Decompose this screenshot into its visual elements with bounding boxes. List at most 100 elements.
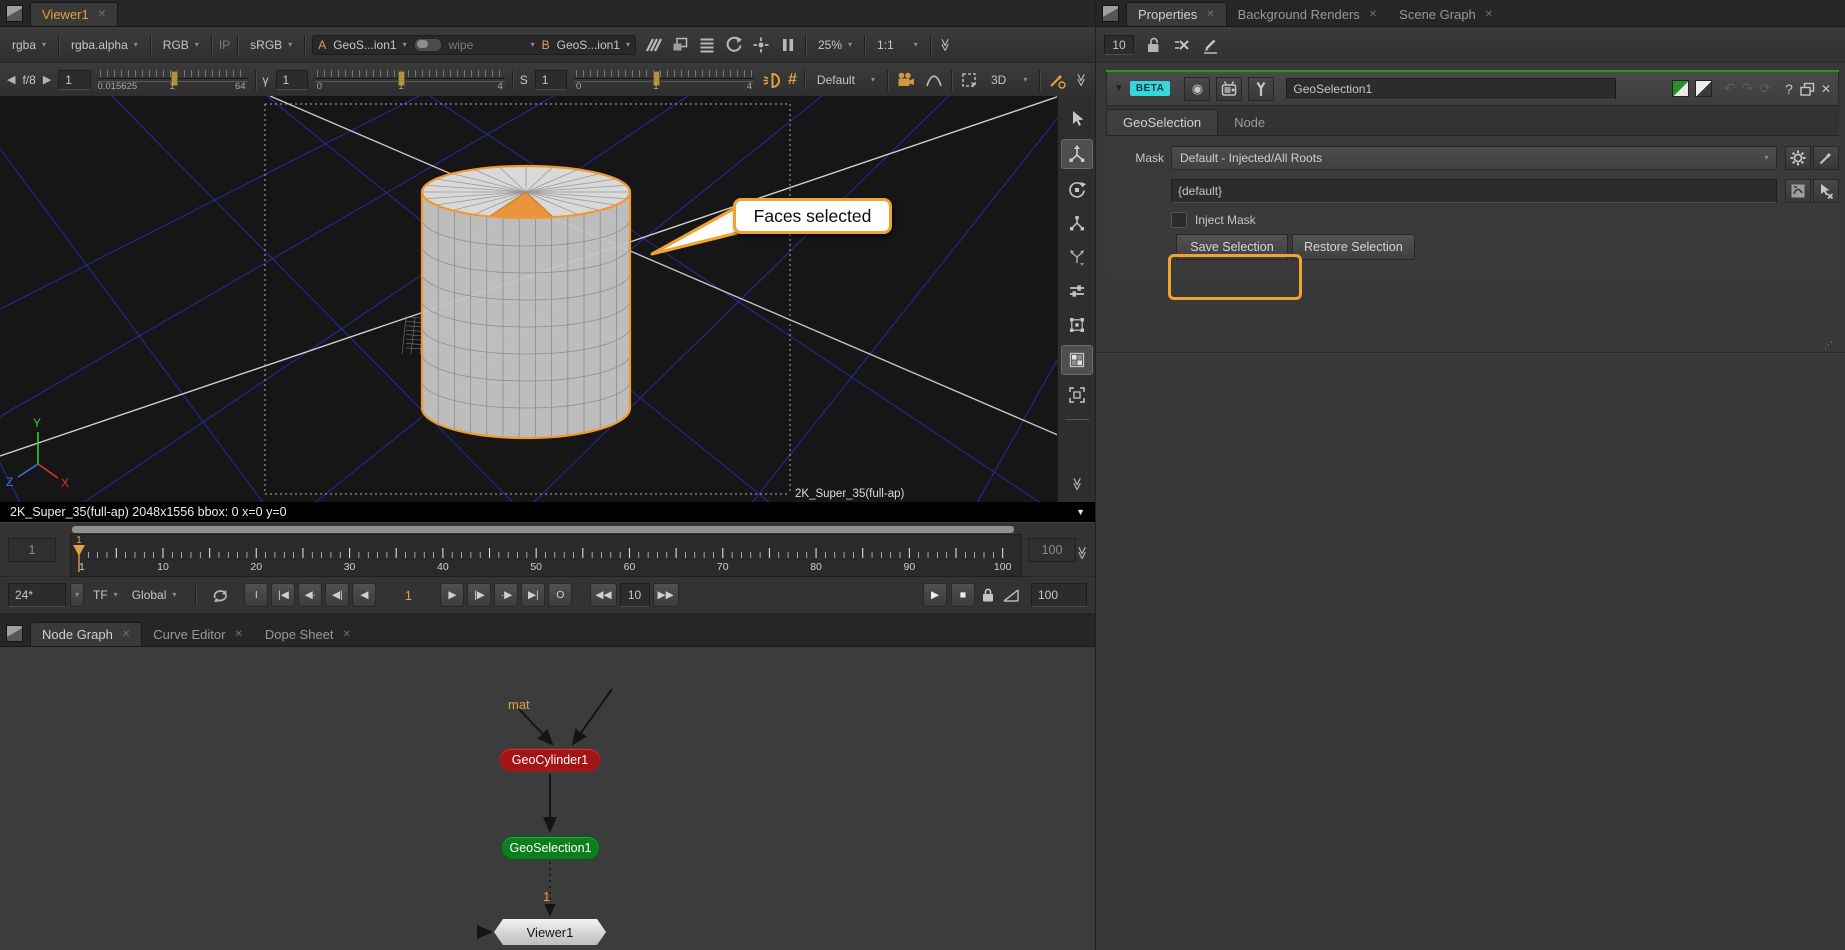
frame-ruler[interactable]: 1102030405060708090100 1 (70, 534, 1022, 577)
downrez-stripes-icon[interactable] (643, 35, 663, 55)
range-end-input[interactable]: 100 (1028, 538, 1076, 562)
close-icon[interactable]: ✕ (1206, 9, 1214, 20)
tab-properties[interactable]: Properties✕ (1126, 2, 1227, 26)
gl-color-swatch[interactable] (1695, 80, 1712, 97)
scale-tool-icon[interactable] (1062, 209, 1092, 237)
free-transform-tool-icon[interactable] (1062, 243, 1092, 271)
node-name-input[interactable]: GeoSelection1 (1286, 78, 1616, 100)
monitor-output-icon[interactable] (1216, 77, 1242, 101)
b-input-dropdown[interactable]: GeoS...ion1▾ (557, 38, 630, 52)
node-viewer1[interactable]: Viewer1 (494, 919, 606, 945)
cylinder-geometry[interactable] (422, 166, 630, 438)
translate-tool-icon[interactable] (1061, 139, 1093, 169)
object-selection-mode-icon[interactable] (1062, 381, 1092, 409)
display-mode-dropdown[interactable]: RGB▾ (158, 36, 204, 54)
status-dropdown-icon[interactable]: ▼ (1076, 507, 1085, 517)
jump-forward-button[interactable]: ▶▶ (653, 583, 679, 607)
fstop-down-button[interactable]: ◀ (7, 73, 15, 86)
pane-split-icon[interactable] (1102, 5, 1119, 22)
range-start-input[interactable]: 1 (8, 538, 56, 562)
pane-split-icon[interactable] (6, 625, 23, 642)
view-mode-dropdown[interactable]: 3D▾ (986, 71, 1032, 89)
out-point-button[interactable]: O (548, 583, 572, 607)
next-keyframe-button[interactable]: ·▶ (494, 583, 518, 607)
fps-dropdown-button[interactable]: ▾ (70, 583, 84, 607)
colorspace-dropdown[interactable]: sRGB▾ (245, 36, 297, 54)
tab-geoselection[interactable]: GeoSelection (1106, 109, 1218, 135)
gain-slider[interactable]: 0.015625 1 64 (98, 67, 248, 93)
close-panel-icon[interactable]: ✕ (1821, 82, 1831, 96)
close-icon[interactable]: ✕ (1485, 9, 1493, 20)
float-panel-icon[interactable] (1799, 81, 1815, 97)
animation-menu-icon[interactable] (1785, 179, 1811, 203)
node-geoselection1[interactable]: GeoSelection1 (501, 836, 600, 860)
tab-background-renders[interactable]: Background Renders✕ (1227, 3, 1389, 26)
inject-mask-checkbox[interactable] (1171, 212, 1187, 228)
pause-icon[interactable] (778, 35, 798, 55)
step-back-button[interactable]: ◀| (325, 583, 349, 607)
play-forward-button[interactable]: ▶ (440, 583, 464, 607)
rotate-tool-icon[interactable] (1062, 175, 1092, 203)
close-icon[interactable]: ✕ (98, 9, 106, 20)
node-settings-wrench-icon[interactable] (1248, 77, 1274, 101)
saturation-input[interactable]: 1 (535, 70, 567, 90)
roi-icon[interactable] (751, 35, 771, 55)
gamma-slider[interactable]: 0 1 4 (315, 67, 505, 93)
go-to-start-button[interactable]: |◀ (271, 583, 295, 607)
wipe-mode-dropdown[interactable]: wipe▾ (449, 38, 535, 52)
adjust-sliders-icon[interactable] (1062, 277, 1092, 305)
go-to-end-button[interactable]: ▶| (521, 583, 545, 607)
fps-input[interactable]: 24* (8, 583, 66, 607)
collapse-toolbar-icon[interactable]: ≫ (937, 38, 953, 52)
a-input-dropdown[interactable]: GeoS...ion1▾ (333, 38, 406, 52)
viewer-3d-canvas[interactable]: Y X Z 2K_Super_35(full-ap) Faces selecte… (0, 96, 1095, 502)
grid-overlay-icon[interactable]: # (788, 71, 797, 89)
headlamp-icon[interactable] (761, 70, 781, 90)
node-geocylinder1[interactable]: GeoCylinder1 (499, 748, 601, 772)
jump-back-button[interactable]: ◀◀ (590, 583, 616, 607)
play-backward-button[interactable]: ◀ (352, 583, 376, 607)
step-forward-button[interactable]: |▶ (467, 583, 491, 607)
close-all-panels-icon[interactable] (1172, 36, 1191, 54)
tab-node[interactable]: Node (1218, 110, 1281, 135)
playback-loop-icon[interactable] (210, 585, 232, 605)
refresh-icon[interactable] (724, 35, 744, 55)
gamma-input[interactable]: 1 (276, 70, 308, 90)
timeline-mode-dropdown[interactable]: TF▾ (88, 586, 123, 604)
clear-selection-cursor-icon[interactable] (1813, 179, 1839, 203)
panel-resize-grip[interactable]: ⋰ (1824, 340, 1838, 352)
node-graph-canvas[interactable]: mat GeoCylinder1 GeoSelection1 1 Viewer1 (0, 647, 1095, 950)
marquee-select-icon[interactable] (959, 70, 979, 90)
layer-dropdown[interactable]: rgba.alpha▾ (66, 36, 143, 54)
flipbook-button[interactable]: ▶ (923, 583, 947, 607)
gain-input[interactable]: 1 (58, 70, 90, 90)
help-icon[interactable]: ? (1785, 81, 1793, 97)
tab-curve-editor[interactable]: Curve Editor✕ (142, 623, 254, 646)
scanline-icon[interactable] (697, 35, 717, 55)
node-color-swatch[interactable] (1672, 80, 1689, 97)
mask-eyedropper-icon[interactable] (1813, 146, 1839, 170)
in-point-button[interactable]: I (244, 583, 268, 607)
tab-scene-graph[interactable]: Scene Graph✕ (1388, 3, 1504, 26)
render-ramp-icon[interactable] (1001, 586, 1021, 604)
input-process-button[interactable]: IP (219, 38, 230, 52)
pixel-aspect-dropdown[interactable]: 1:1▾ (872, 36, 923, 54)
frame-range-dropdown[interactable]: Global▾ (127, 586, 182, 604)
lut-dropdown[interactable]: Default▾ (812, 71, 880, 89)
mask-gear-icon[interactable] (1785, 146, 1811, 170)
playback-end-input[interactable]: 100 (1031, 583, 1087, 607)
sample-eyedropper-icon[interactable] (1047, 70, 1067, 90)
face-selection-mode-icon[interactable] (1061, 345, 1093, 375)
camera-icon[interactable] (895, 70, 917, 90)
current-frame-display[interactable]: 1 (380, 588, 436, 603)
proxy-mode-icon[interactable] (670, 35, 690, 55)
lock-range-icon[interactable] (979, 586, 997, 604)
transform-box-tool-icon[interactable] (1062, 311, 1092, 339)
frame-increment-input[interactable]: 10 (620, 583, 650, 607)
collapse-timeline-icon[interactable]: ≫ (1074, 546, 1090, 560)
saturation-slider[interactable]: 0 1 4 (574, 67, 754, 93)
close-icon[interactable]: ✕ (122, 629, 130, 640)
fstop-up-button[interactable]: ▶ (43, 73, 51, 86)
tab-dope-sheet[interactable]: Dope Sheet✕ (254, 623, 362, 646)
select-tool-icon[interactable] (1062, 105, 1092, 133)
